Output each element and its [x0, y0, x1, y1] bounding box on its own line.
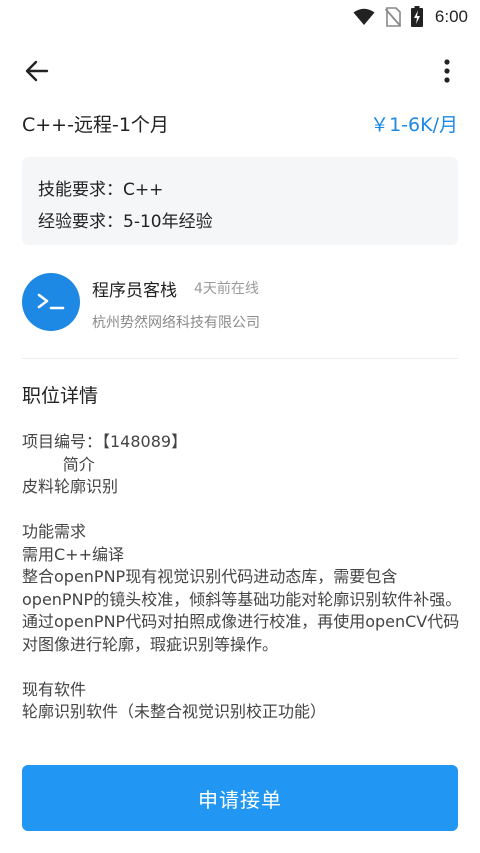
publisher-name: 程序员客栈 [92, 281, 177, 301]
apply-button[interactable]: 申请接单 [22, 765, 458, 831]
status-bar: 6:00 [0, 0, 480, 33]
job-description: 项目编号：【148089】 简介 皮料轮廓识别 功能需求 需用C++编译 整合o… [22, 432, 462, 721]
avatar[interactable] [22, 273, 80, 331]
section-title: 职位详情 [22, 385, 99, 407]
publisher-info[interactable]: 程序员客栈 4天前在线 杭州势然网络科技有限公司 [22, 270, 458, 334]
arrow-left-icon [25, 60, 49, 82]
status-icons: 6:00 [353, 6, 468, 27]
terminal-icon [37, 293, 65, 310]
company-name: 杭州势然网络科技有限公司 [92, 315, 260, 331]
back-button[interactable] [22, 56, 52, 86]
no-sim-icon [384, 6, 401, 27]
status-time: 6:00 [434, 6, 468, 26]
app-bar [0, 44, 480, 94]
divider [22, 358, 458, 359]
requirements-card: 技能要求：C++ 经验要求：5-10年经验 [22, 157, 458, 245]
job-salary: ￥1-6K/月 [370, 114, 458, 136]
experience-requirement: 经验要求：5-10年经验 [38, 212, 213, 232]
battery-charging-icon [410, 6, 423, 27]
more-options-button[interactable] [432, 54, 462, 88]
job-header: C++-远程-1个月 ￥1-6K/月 [22, 106, 458, 142]
wifi-icon [353, 8, 375, 25]
online-status: 4天前在线 [194, 281, 259, 297]
skill-requirement: 技能要求：C++ [38, 180, 164, 200]
job-title: C++-远程-1个月 [22, 114, 169, 136]
more-vertical-icon [444, 59, 450, 83]
